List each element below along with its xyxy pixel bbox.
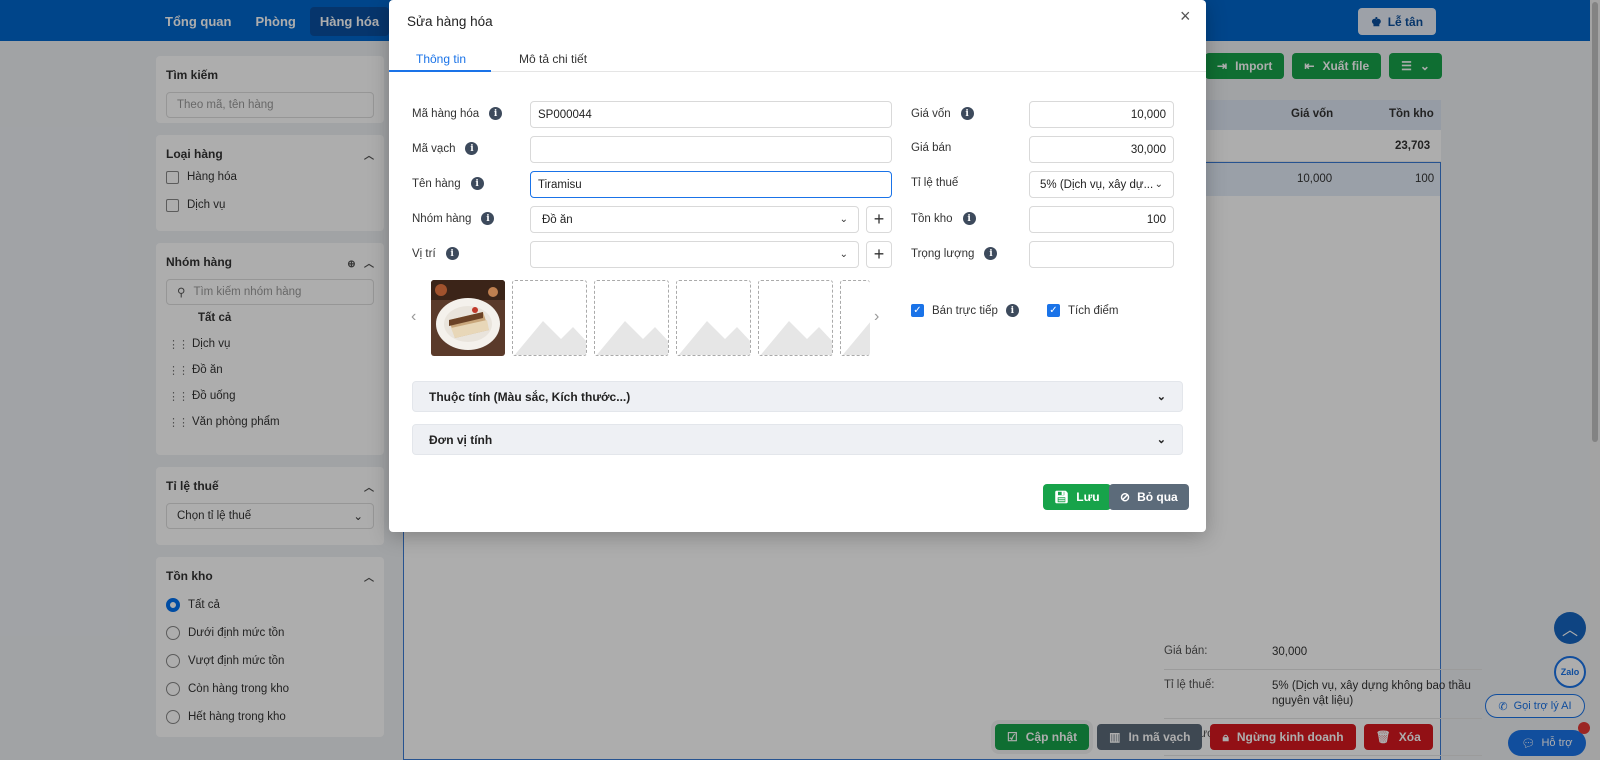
price-label: Giá bán	[911, 142, 952, 154]
image-placeholder-icon	[678, 321, 750, 355]
tab-info[interactable]: Thông tin	[416, 52, 466, 66]
weight-input[interactable]	[1029, 241, 1174, 268]
info-icon[interactable]: i	[984, 247, 998, 260]
cost-input[interactable]: 10,000	[1029, 101, 1174, 128]
barcode-input[interactable]	[530, 136, 892, 163]
info-icon[interactable]: i	[489, 107, 503, 120]
chevron-right-icon[interactable]: ›	[874, 308, 879, 326]
chevron-down-icon: ⌄	[1154, 179, 1163, 190]
info-icon[interactable]: i	[960, 107, 974, 120]
chevron-down-icon: ⌄	[839, 214, 848, 225]
location-select[interactable]: ⌄	[530, 241, 859, 268]
modal-tabs: Thông tin Mô tả chi tiết	[389, 44, 1206, 72]
floppy-disk-icon: 💾︎	[1054, 490, 1070, 504]
image-placeholder-icon	[760, 321, 832, 355]
tab-description[interactable]: Mô tả chi tiết	[519, 52, 587, 66]
product-image[interactable]	[431, 280, 505, 356]
info-icon[interactable]: i	[962, 212, 976, 225]
edit-product-modal: Sửa hàng hóa × Thông tin Mô tả chi tiết …	[389, 0, 1206, 532]
image-placeholder[interactable]	[758, 280, 833, 356]
loyalty-points-checkbox[interactable]: ✓ Tích điểm	[1047, 304, 1119, 317]
info-icon[interactable]: i	[470, 177, 484, 190]
plus-icon: +	[873, 244, 885, 264]
add-location-button[interactable]: +	[866, 241, 892, 268]
code-input[interactable]: SP000044	[530, 101, 892, 128]
price-input[interactable]: 30,000	[1029, 136, 1174, 163]
chevron-left-icon[interactable]: ‹	[411, 308, 416, 326]
modal-title: Sửa hàng hóa	[407, 14, 493, 29]
image-placeholder[interactable]	[676, 280, 751, 356]
chevron-down-icon: ⌄	[839, 249, 848, 260]
location-label: Vị trí i	[412, 247, 459, 260]
attributes-accordion[interactable]: Thuộc tính (Màu sắc, Kích thước...) ⌄	[412, 381, 1183, 412]
tiramisu-photo	[431, 280, 505, 356]
tax-label: Tỉ lệ thuế	[911, 177, 959, 189]
close-icon[interactable]: ×	[1180, 6, 1191, 27]
save-button[interactable]: 💾︎ Lưu	[1043, 484, 1111, 510]
name-input[interactable]: Tiramisu	[530, 171, 892, 198]
ban-icon: ⊘	[1120, 490, 1131, 504]
info-icon[interactable]: i	[481, 212, 495, 225]
group-label: Nhóm hàng i	[412, 212, 495, 225]
direct-sale-checkbox[interactable]: ✓ Bán trực tiếp i	[911, 304, 1019, 317]
code-label: Mã hàng hóa i	[412, 107, 503, 120]
info-icon[interactable]: i	[1005, 304, 1019, 317]
units-accordion[interactable]: Đơn vị tính ⌄	[412, 424, 1183, 455]
barcode-label: Mã vạch i	[412, 142, 479, 155]
image-placeholder[interactable]	[594, 280, 669, 356]
plus-icon: +	[873, 209, 885, 229]
add-group-button[interactable]: +	[866, 206, 892, 233]
image-placeholder-icon	[596, 321, 668, 355]
cost-label: Giá vốn i	[911, 107, 974, 120]
stock-label: Tồn kho i	[911, 212, 976, 225]
active-tab-indicator	[389, 70, 491, 72]
name-label: Tên hàng i	[412, 177, 484, 190]
weight-label: Trọng lượng i	[911, 247, 998, 260]
checkmark-icon: ✓	[1047, 304, 1060, 317]
image-placeholder[interactable]	[512, 280, 587, 356]
group-select[interactable]: Đồ ăn ⌄	[530, 206, 859, 233]
chevron-down-icon: ⌄	[1156, 434, 1166, 446]
image-placeholder-icon	[842, 322, 870, 355]
checkmark-icon: ✓	[911, 304, 924, 317]
image-placeholder-icon	[514, 321, 586, 355]
image-placeholder[interactable]	[840, 280, 870, 356]
stock-input[interactable]: 100	[1029, 206, 1174, 233]
info-icon[interactable]: i	[465, 142, 479, 155]
cancel-button[interactable]: ⊘ Bỏ qua	[1109, 484, 1189, 510]
info-icon[interactable]: i	[445, 247, 459, 260]
tax-select[interactable]: 5% (Dịch vụ, xây dự... ⌄	[1029, 171, 1174, 198]
chevron-down-icon: ⌄	[1156, 391, 1166, 403]
